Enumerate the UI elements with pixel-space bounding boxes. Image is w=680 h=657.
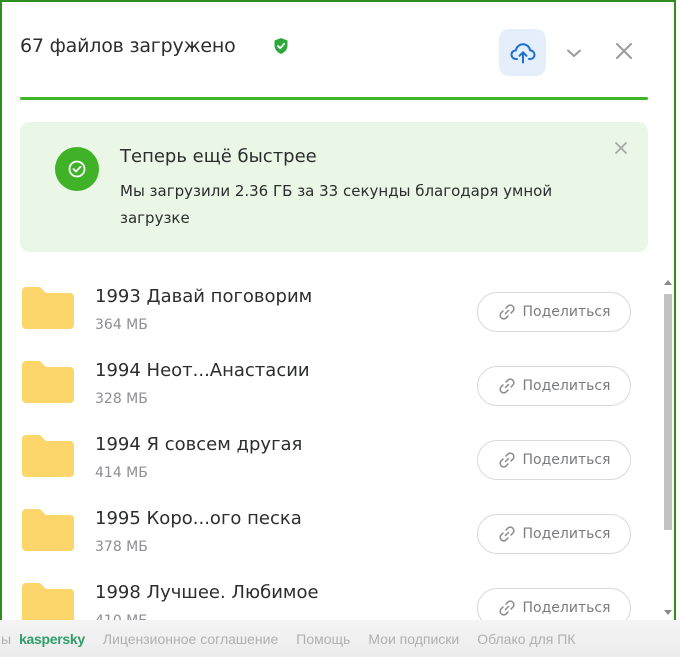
share-label: Поделиться — [522, 452, 611, 468]
file-name: 1998 Лучшее. Любимое — [95, 582, 319, 603]
file-name: 1994 Я совсем другая — [95, 434, 303, 455]
share-label: Поделиться — [522, 600, 611, 616]
file-row[interactable]: 1995 Коро...ого песка 378 МБ Поделиться — [2, 494, 662, 568]
link-icon — [498, 304, 515, 320]
folder-icon — [22, 435, 74, 477]
share-button[interactable]: Поделиться — [477, 292, 631, 332]
close-icon[interactable] — [612, 39, 636, 63]
smart-upload-notice: Теперь ещё быстрее Мы загрузили 2.36 ГБ … — [20, 122, 648, 252]
folder-icon — [22, 583, 74, 622]
shield-check-icon — [274, 38, 288, 54]
chevron-down-icon[interactable] — [563, 42, 585, 64]
file-row[interactable]: 1993 Давай поговорим 364 МБ Поделиться — [2, 272, 662, 346]
footer-link-subscriptions[interactable]: Мои подписки — [368, 631, 459, 647]
upload-button[interactable] — [499, 29, 546, 76]
scroll-up-arrow-icon[interactable] — [664, 280, 672, 285]
file-list: 1993 Давай поговорим 364 МБ Поделиться 1… — [2, 272, 662, 622]
footer-cut-text: ы — [1, 630, 12, 647]
share-button[interactable]: Поделиться — [477, 514, 631, 554]
scrollbar[interactable] — [664, 280, 672, 620]
share-label: Поделиться — [522, 304, 611, 320]
file-row[interactable]: 1998 Лучшее. Любимое 410 МБ Поделиться — [2, 568, 662, 622]
notice-close-icon[interactable] — [612, 139, 630, 157]
kaspersky-logo[interactable]: kaspersky — [19, 631, 85, 647]
upload-status-title: 67 файлов загружено — [20, 35, 236, 57]
share-label: Поделиться — [522, 526, 611, 542]
notice-text: Мы загрузили 2.36 ГБ за 33 секунды благо… — [120, 182, 553, 227]
share-button[interactable]: Поделиться — [477, 366, 631, 406]
link-icon — [498, 526, 515, 542]
file-row[interactable]: 1994 Я совсем другая 414 МБ Поделиться — [2, 420, 662, 494]
footer-link-license[interactable]: Лицензионное соглашение — [103, 631, 278, 647]
cloud-upload-icon — [509, 42, 536, 63]
scroll-down-arrow-icon[interactable] — [664, 610, 672, 615]
folder-icon — [22, 361, 74, 403]
link-icon — [498, 452, 515, 468]
file-size: 364 МБ — [95, 317, 148, 333]
file-size: 414 МБ — [95, 465, 148, 481]
file-size: 328 МБ — [95, 391, 148, 407]
share-label: Поделиться — [522, 378, 611, 394]
upload-progress-bar — [20, 97, 648, 100]
notice-title: Теперь ещё быстрее — [120, 146, 317, 167]
link-icon — [498, 378, 515, 394]
share-button[interactable]: Поделиться — [477, 440, 631, 480]
check-circle-icon — [55, 147, 99, 191]
file-name: 1994 Неот...Анастасии — [95, 360, 310, 381]
link-icon — [498, 600, 515, 616]
scrollbar-thumb[interactable] — [664, 294, 672, 530]
folder-icon — [22, 509, 74, 551]
upload-panel: 67 файлов загружено Теперь ещё быстрее М… — [0, 0, 676, 653]
footer-link-help[interactable]: Помощь — [296, 631, 350, 647]
file-name: 1995 Коро...ого песка — [95, 508, 302, 529]
file-name: 1993 Давай поговорим — [95, 286, 313, 307]
file-size: 378 МБ — [95, 539, 148, 555]
share-button[interactable]: Поделиться — [477, 588, 631, 622]
footer-link-cloud-pc[interactable]: Облако для ПК — [477, 631, 575, 647]
footer-bar: ы kaspersky Лицензионное соглашение Помо… — [0, 620, 680, 657]
file-row[interactable]: 1994 Неот...Анастасии 328 МБ Поделиться — [2, 346, 662, 420]
folder-icon — [22, 287, 74, 329]
